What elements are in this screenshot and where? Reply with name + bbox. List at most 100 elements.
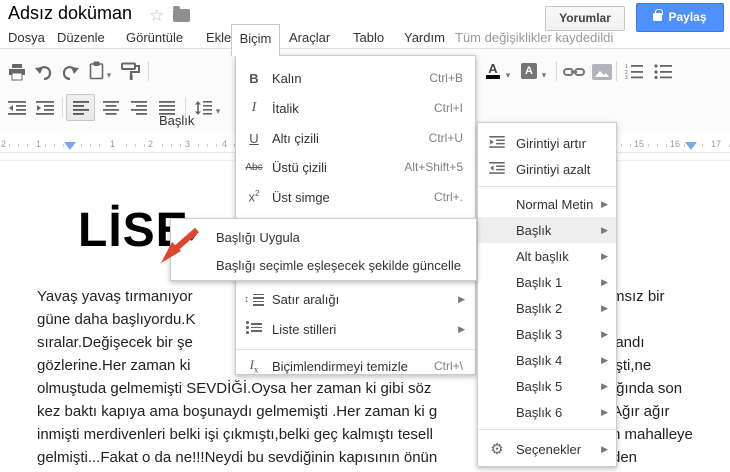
submenu-arrow-icon: ▶ xyxy=(601,406,608,417)
menu-item-heading2[interactable]: Başlık 2 ▶ xyxy=(478,295,616,321)
menu-item-underline[interactable]: U Altı çizili Ctrl+U xyxy=(236,123,475,153)
chevron-down-icon: ▾ xyxy=(215,105,221,116)
right-indent-marker[interactable] xyxy=(685,142,697,150)
menu-bicim-open[interactable]: Biçim xyxy=(231,24,280,56)
align-left-icon xyxy=(72,100,89,115)
text-line: inmişti merdivenleri belki işi çıkmıştı,… xyxy=(37,426,693,443)
align-right-icon xyxy=(131,101,147,115)
undo-button[interactable] xyxy=(31,60,57,84)
redo-button[interactable] xyxy=(57,60,83,84)
menu-item-apply-title[interactable]: ✓ Başlığı Uygula xyxy=(171,223,476,251)
menu-duzenle[interactable]: Düzenle xyxy=(57,30,105,45)
line-spacing-dropdown[interactable]: ▾ xyxy=(212,99,224,123)
toolbar-separator xyxy=(185,97,186,117)
menu-item-heading3[interactable]: Başlık 3 ▶ xyxy=(478,321,616,347)
align-right-button[interactable] xyxy=(126,96,152,120)
indent-increase-icon xyxy=(36,101,54,115)
highlight-color-icon: A xyxy=(521,63,537,79)
text-line: kez baktı kapıya ama boşunaydı gelmemişt… xyxy=(37,403,670,420)
indent-decrease-icon xyxy=(8,101,26,115)
ruler-mark: 17 xyxy=(708,139,725,149)
superscript-icon: x2 xyxy=(248,189,260,205)
gear-icon: ⚙ xyxy=(490,441,504,458)
align-center-button[interactable] xyxy=(98,96,124,120)
menu-item-bold[interactable]: B Kalın Ctrl+B xyxy=(236,63,475,93)
menu-item-update-title[interactable]: Başlığı seçimle eşleşecek şekilde güncel… xyxy=(171,251,476,279)
submenu-arrow-icon: ▶ xyxy=(601,302,608,313)
paste-format-icon xyxy=(89,61,103,79)
highlight-color-dropdown[interactable]: ▾ xyxy=(538,63,550,87)
menu-item-options[interactable]: ⚙ Seçenekler ▶ xyxy=(478,436,616,462)
bold-icon: B xyxy=(249,70,259,86)
submenu-arrow-icon: ▶ xyxy=(601,328,608,339)
paste-format-dropdown[interactable]: ▾ xyxy=(103,63,115,87)
menu-item-subtitle[interactable]: Alt başlık ▶ xyxy=(478,243,616,269)
save-status: Tüm değişiklikler kaydedildi xyxy=(455,30,614,45)
insert-link-button[interactable] xyxy=(561,60,587,84)
align-left-button[interactable] xyxy=(66,94,95,121)
checkmark-icon: ✓ xyxy=(188,228,200,245)
menu-item-italic[interactable]: I İtalik Ctrl+I xyxy=(236,93,475,123)
menu-item-title[interactable]: Başlık ▶ xyxy=(478,217,616,243)
image-icon xyxy=(592,64,612,80)
align-center-icon xyxy=(103,101,119,115)
text-color-dropdown[interactable]: ▾ xyxy=(502,63,514,87)
menu-item-heading6[interactable]: Başlık 6 ▶ xyxy=(478,399,616,425)
menu-item-heading1[interactable]: Başlık 1 ▶ xyxy=(478,269,616,295)
menu-yardim[interactable]: Yardım xyxy=(404,30,445,45)
toolbar-separator xyxy=(616,61,617,81)
ruler-mark: 2 xyxy=(145,139,157,149)
menu-item-superscript[interactable]: x2 Üst simge Ctrl+. xyxy=(236,182,475,212)
menu-ekle[interactable]: Ekle xyxy=(206,30,231,45)
clear-formatting-icon: Ix xyxy=(249,357,259,375)
menu-separator xyxy=(478,429,616,430)
menu-item-list-styles[interactable]: Liste stilleri ▶ xyxy=(236,314,475,344)
menu-item-heading5[interactable]: Başlık 5 ▶ xyxy=(478,373,616,399)
align-justify-button[interactable] xyxy=(154,96,180,120)
comments-button[interactable]: Yorumlar xyxy=(545,6,625,31)
insert-image-button[interactable] xyxy=(589,60,615,84)
format-menu: B Kalın Ctrl+B I İtalik Ctrl+I U Altı çi… xyxy=(235,55,476,375)
italic-icon: I xyxy=(251,100,257,115)
print-icon xyxy=(9,63,25,80)
ruler-mark: 15 xyxy=(631,139,648,149)
menu-araclar[interactable]: Araçlar xyxy=(289,30,330,45)
submenu-arrow-icon: ▶ xyxy=(601,443,608,454)
folder-icon[interactable] xyxy=(173,6,190,22)
format-painter-button[interactable] xyxy=(118,59,144,83)
menu-item-line-spacing[interactable]: ↕ Satır aralığı ▶ xyxy=(236,284,475,314)
indent-decrease-button[interactable] xyxy=(4,96,30,120)
print-button[interactable] xyxy=(4,60,30,84)
ruler-mark: 1 xyxy=(33,139,45,149)
bulleted-list-button[interactable] xyxy=(650,59,676,83)
chevron-down-icon: ▾ xyxy=(106,69,112,80)
menu-tablo[interactable]: Tablo xyxy=(353,30,384,45)
numbered-list-button[interactable]: 123 xyxy=(621,59,647,83)
menu-item-strikethrough[interactable]: Abc Üstü çizili Alt+Shift+5 xyxy=(236,152,475,182)
undo-icon xyxy=(35,65,52,80)
line-spacing-icon: ↕ xyxy=(236,290,272,308)
menu-item-increase-indent[interactable]: Girintiyi artır xyxy=(478,130,616,156)
menu-dosya[interactable]: Dosya xyxy=(8,30,45,45)
paragraph-styles-submenu: Girintiyi artır Girintiyi azalt Normal M… xyxy=(477,122,617,467)
menu-item-decrease-indent[interactable]: Girintiyi azalt xyxy=(478,156,616,182)
toolbar-separator xyxy=(556,61,557,81)
submenu-arrow-icon: ▶ xyxy=(601,198,608,209)
menu-goruntule[interactable]: Görüntüle xyxy=(126,30,183,45)
lock-icon xyxy=(653,9,663,21)
ruler-mark: 3 xyxy=(182,139,194,149)
indent-marker[interactable] xyxy=(64,142,76,150)
indent-increase-button[interactable] xyxy=(32,96,58,120)
line-spacing-icon xyxy=(194,101,212,115)
document-title[interactable]: Adsız doküman xyxy=(8,3,132,24)
menu-item-clear-formatting[interactable]: Ix Biçimlendirmeyi temizle Ctrl+\ xyxy=(236,351,475,381)
menu-item-heading4[interactable]: Başlık 4 ▶ xyxy=(478,347,616,373)
star-icon[interactable]: ☆ xyxy=(149,6,164,26)
menu-item-normal-text[interactable]: Normal Metin ▶ xyxy=(478,191,616,217)
text-line: gelmişti...Fakat o da ne!!!Neydi bu sevd… xyxy=(37,449,638,466)
toolbar-separator xyxy=(148,61,149,81)
apply-heading-submenu: ✓ Başlığı Uygula Başlığı seçimle eşleşec… xyxy=(170,218,477,281)
share-button[interactable]: Paylaş xyxy=(636,3,724,32)
submenu-arrow-icon: ▶ xyxy=(601,276,608,287)
submenu-arrow-icon: ▶ xyxy=(601,380,608,391)
